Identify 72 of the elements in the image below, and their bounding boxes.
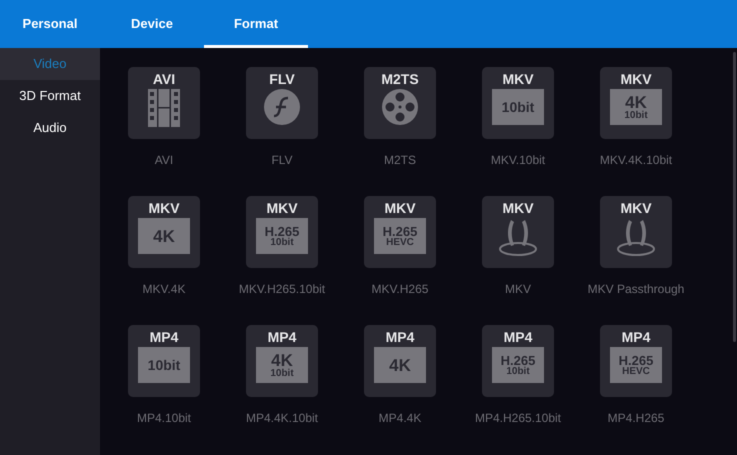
format-name: MP4.4K.10bit <box>246 410 318 427</box>
format-name: M2TS <box>384 152 416 169</box>
format-tile[interactable]: MKV H.265 10bit <box>246 196 318 268</box>
format-name: MP4.H265 <box>608 410 664 427</box>
top-tab[interactable]: Format <box>204 0 308 48</box>
format-label-text: HEVC <box>386 238 414 248</box>
format-tile[interactable]: MP4 H.265 HEVC <box>600 325 672 397</box>
surround-sound-icon <box>498 218 538 256</box>
format-label-text: 4K <box>389 356 411 374</box>
scrollbar[interactable] <box>733 52 736 342</box>
format-label-text: 10bit <box>624 110 648 120</box>
format-title: MP4 <box>150 330 178 344</box>
format-tile[interactable]: MKV <box>482 196 554 268</box>
format-label-text: 10bit <box>270 238 294 248</box>
format-tile[interactable]: FLV <box>246 67 318 139</box>
format-tile[interactable]: MKV H.265 HEVC <box>364 196 436 268</box>
format-name: MKV.4K <box>142 281 186 298</box>
format-name: MP4.10bit <box>136 410 192 427</box>
format-label-text: 10bit <box>148 358 180 372</box>
format-title: AVI <box>152 72 176 86</box>
format-tile[interactable]: AVI <box>128 67 200 139</box>
format-name: FLV <box>271 152 293 169</box>
format-tile[interactable]: MKV 4K 10bit <box>600 67 672 139</box>
format-tile[interactable]: M2TS <box>364 67 436 139</box>
format-label-text: H.265 <box>618 354 654 366</box>
format-name: MP4.4K <box>378 410 422 427</box>
format-name: MKV.H265.10bit <box>238 281 326 298</box>
format-tile[interactable]: MP4 10bit <box>128 325 200 397</box>
format-label-text: 4K <box>153 228 175 244</box>
format-name: MP4.H265.10bit <box>474 410 562 427</box>
top-tab[interactable]: Device <box>100 0 204 48</box>
format-title: MKV <box>502 201 534 215</box>
format-title: MKV <box>620 72 652 86</box>
format-name: MKV.4K.10bit <box>600 152 672 169</box>
format-label-text: HEVC <box>622 366 650 376</box>
format-name: MKV.H265 <box>372 281 428 298</box>
format-title: MKV <box>266 201 298 215</box>
format-title: MKV <box>502 72 534 86</box>
format-label-text: 10bit <box>502 100 534 114</box>
format-tile[interactable]: MP4 H.265 10bit <box>482 325 554 397</box>
format-title: MKV <box>384 201 416 215</box>
format-title: MKV <box>620 201 652 215</box>
format-tile[interactable]: MKV 4K <box>128 196 200 268</box>
sidebar-item[interactable]: 3D Format <box>0 80 100 112</box>
format-title: MP4 <box>386 330 414 344</box>
format-tile[interactable]: MKV 10bit <box>482 67 554 139</box>
format-name: MKV Passthrough <box>588 281 684 298</box>
format-label-text: H.265 <box>500 354 536 366</box>
format-label-text: H.265 <box>382 224 418 238</box>
format-tile[interactable]: MP4 4K <box>364 325 436 397</box>
format-title: MP4 <box>504 330 532 344</box>
format-name: MKV <box>504 281 531 298</box>
format-name: MKV.10bit <box>490 152 546 169</box>
film-strip-icon <box>148 89 180 127</box>
top-tab[interactable]: Personal <box>0 0 100 48</box>
sidebar-item[interactable]: Audio <box>0 112 100 144</box>
format-name: AVI <box>154 152 174 169</box>
format-label-text: H.265 <box>264 224 300 238</box>
format-title: FLV <box>269 72 295 86</box>
format-title: M2TS <box>381 72 419 86</box>
format-label-text: 10bit <box>270 368 294 378</box>
film-reel-icon <box>382 89 418 125</box>
format-label-text: 4K <box>271 352 293 368</box>
format-title: MP4 <box>268 330 296 344</box>
format-title: MKV <box>148 201 180 215</box>
format-tile[interactable]: MP4 4K 10bit <box>246 325 318 397</box>
format-label-text: 10bit <box>506 366 530 376</box>
format-label-text: 4K <box>625 94 647 110</box>
format-title: MP4 <box>622 330 650 344</box>
flash-logo-icon <box>264 89 300 125</box>
format-tile[interactable]: MKV <box>600 196 672 268</box>
surround-sound-icon <box>616 218 656 256</box>
